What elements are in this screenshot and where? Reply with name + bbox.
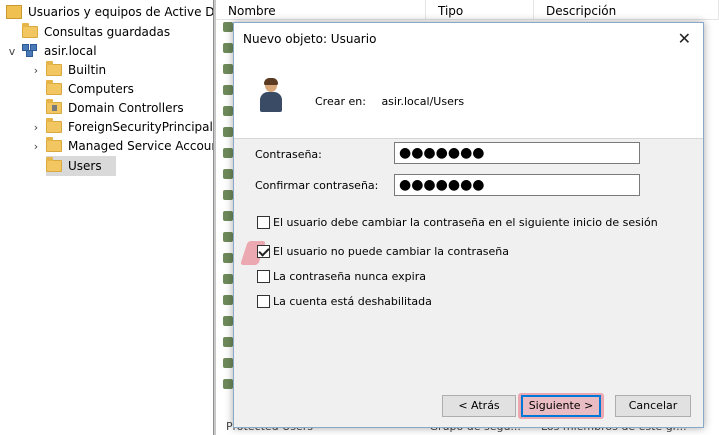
folder-icon [46,137,62,152]
tree-item-domain[interactable]: v asir.local [6,41,97,61]
group-icon [223,211,233,221]
password-label: Contraseña: [255,148,322,161]
group-icon [223,316,233,326]
group-icon [223,106,233,116]
folder-icon [46,157,62,172]
checkbox[interactable] [257,216,270,229]
option-label: El usuario debe cambiar la contraseña en… [273,216,658,229]
tree-item-label: Domain Controllers [68,101,184,115]
option-label: El usuario no puede cambiar la contraseñ… [273,245,510,258]
ou-folder-icon [46,99,62,114]
tree-item-managed-service-accounts[interactable]: › Managed Service Accour [30,136,213,156]
new-user-dialog: Nuevo objeto: Usuario ✕ Crear en: asir.l… [233,22,704,428]
option-password-never-expires[interactable]: La contraseña nunca expira [257,270,426,283]
cancel-button-label: Cancelar [628,399,678,412]
back-button[interactable]: < Atrás [442,395,516,417]
option-must-change-password[interactable]: El usuario debe cambiar la contraseña en… [257,216,658,229]
tree-item-label: Consultas guardadas [44,25,171,39]
chevron-right-icon[interactable]: › [30,64,42,77]
password-input[interactable]: ●●●●●●● [394,142,640,164]
group-icon [223,22,233,32]
group-icon [223,169,233,179]
column-header-name[interactable]: Nombre [216,0,426,20]
chevron-right-icon[interactable]: › [30,140,42,153]
checkbox[interactable] [257,295,270,308]
confirm-password-label: Confirmar contraseña: [255,179,379,192]
group-icon [223,295,233,305]
dialog-titlebar[interactable]: Nuevo objeto: Usuario ✕ [234,23,703,54]
tree-item-label: Computers [68,82,134,96]
confirm-password-input[interactable]: ●●●●●●● [394,174,640,196]
user-icon [260,78,282,113]
group-icon [223,274,233,284]
cancel-button[interactable]: Cancelar [615,395,691,417]
group-icon [223,148,233,158]
dialog-header-panel: Crear en: asir.local/Users [234,54,703,139]
group-icon [223,127,233,137]
folder-icon [46,61,62,76]
group-icon [223,358,233,368]
group-icon [223,85,233,95]
tree-root-label: Usuarios y equipos de Active Dir [28,5,213,19]
group-icon [223,253,233,263]
option-cannot-change-password[interactable]: El usuario no puede cambiar la contraseñ… [257,245,509,258]
checkbox-checked[interactable] [257,245,270,258]
tree-item-label: asir.local [44,44,97,58]
next-button-label: Siguiente > [528,399,594,412]
domain-icon [22,44,38,58]
group-icon [223,379,233,389]
tree-item-label: Builtin [68,63,107,77]
tree-item-foreign-security-principals[interactable]: › ForeignSecurityPrincipals [30,117,213,137]
tree-item-users[interactable]: Users [46,156,116,176]
tree-item-builtin[interactable]: › Builtin [30,60,106,80]
back-button-label: < Atrás [458,399,500,412]
option-label: La contraseña nunca expira [273,270,426,283]
active-directory-icon [6,5,22,19]
create-in-path: asir.local/Users [381,95,465,108]
folder-icon [46,118,62,133]
tree-item-label: Managed Service Accour [68,139,213,153]
tree-item-computers[interactable]: Computers [30,79,134,99]
list-header: Nombre Tipo Descripción [216,0,719,20]
checkbox[interactable] [257,270,270,283]
chevron-down-icon[interactable]: v [6,45,18,58]
create-in-label: Crear en: [315,95,366,108]
group-icon [223,190,233,200]
group-icon [223,43,233,53]
option-label: La cuenta está deshabilitada [273,295,432,308]
column-header-description[interactable]: Descripción [534,0,719,20]
next-button[interactable]: Siguiente > [521,395,601,417]
column-header-type[interactable]: Tipo [426,0,534,20]
tree-item-domain-controllers[interactable]: Domain Controllers [30,98,184,118]
folder-icon [22,23,38,38]
group-icon [223,64,233,74]
console-tree: Usuarios y equipos de Active Dir Consult… [0,0,213,435]
create-in-info: Crear en: asir.local/Users [315,95,464,108]
chevron-right-icon[interactable]: › [30,121,42,134]
tree-item-saved-queries[interactable]: Consultas guardadas [22,22,170,42]
group-icon [223,232,233,242]
option-account-disabled[interactable]: La cuenta está deshabilitada [257,295,432,308]
dialog-title: Nuevo objeto: Usuario [243,31,377,46]
tree-item-label: Users [68,159,102,173]
group-icon [223,337,233,347]
close-icon[interactable]: ✕ [678,30,691,47]
tree-root[interactable]: Usuarios y equipos de Active Dir [6,2,213,22]
folder-icon [46,80,62,95]
tree-item-label: ForeignSecurityPrincipals [68,120,213,134]
